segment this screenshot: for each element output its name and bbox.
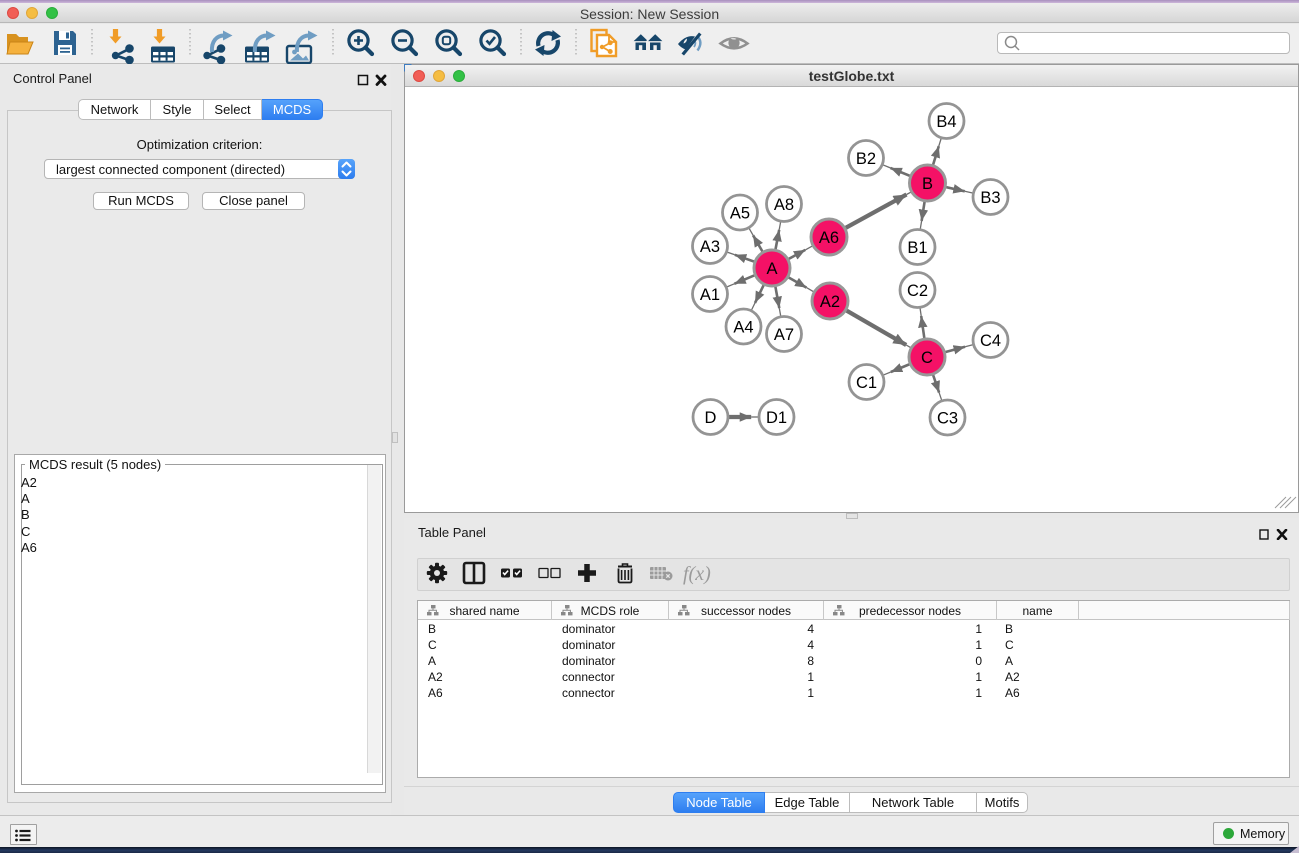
svg-text:D: D: [705, 409, 717, 427]
svg-text:B: B: [922, 175, 933, 193]
svg-text:A: A: [766, 260, 777, 278]
svg-text:f(x): f(x): [683, 563, 711, 585]
svg-text:C4: C4: [980, 332, 1001, 350]
svg-text:B4: B4: [936, 113, 956, 131]
svg-text:A8: A8: [774, 196, 794, 214]
svg-text:A2: A2: [820, 293, 840, 311]
svg-text:A7: A7: [774, 326, 794, 344]
svg-text:D1: D1: [766, 409, 787, 427]
svg-text:A5: A5: [730, 205, 750, 223]
svg-text:A6: A6: [819, 229, 839, 247]
svg-text:A4: A4: [733, 319, 753, 337]
svg-text:C3: C3: [937, 410, 958, 428]
svg-text:B1: B1: [907, 239, 927, 257]
svg-text:C1: C1: [856, 374, 877, 392]
svg-text:C2: C2: [907, 282, 928, 300]
svg-text:B3: B3: [980, 189, 1000, 207]
svg-text:A3: A3: [700, 238, 720, 256]
svg-text:B2: B2: [856, 150, 876, 168]
svg-text:A1: A1: [700, 286, 720, 304]
svg-text:C: C: [921, 349, 933, 367]
